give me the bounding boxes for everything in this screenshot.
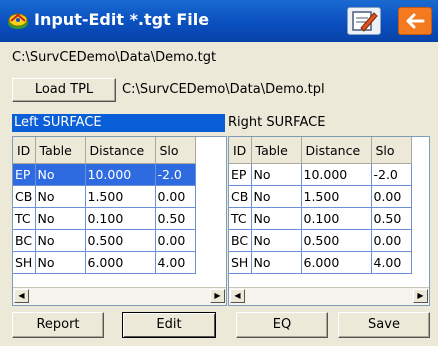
cell-table: No	[251, 163, 302, 186]
cell-table: No	[35, 251, 86, 274]
scroll-right-button[interactable]: ▶	[413, 289, 428, 303]
triangle-left-icon: ◀	[18, 291, 25, 300]
cell-distance: 10.000	[85, 163, 156, 186]
cell-distance: 10.000	[301, 163, 372, 186]
target-file-path: C:\SurvCEDemo\Data\Demo.tgt	[12, 50, 217, 65]
column-header[interactable]: ID	[13, 137, 36, 164]
cell-table: No	[251, 185, 302, 208]
grid-header-row: ID Table Distance Slo	[13, 137, 196, 164]
notepad-pencil-icon	[352, 11, 378, 32]
right-surface-title: Right SURFACE	[228, 115, 326, 130]
horizontal-scrollbar[interactable]: ◀ ▶	[229, 287, 429, 305]
column-header[interactable]: Slo	[155, 137, 196, 164]
right-surface-grid[interactable]: ID Table Distance Slo EP No 10.000 -2.0 …	[228, 136, 430, 306]
cell-slope: 4.00	[155, 251, 196, 274]
column-header[interactable]: ID	[229, 137, 252, 164]
back-arrow-icon	[406, 13, 425, 29]
cell-slope: 4.00	[371, 251, 412, 274]
cell-id: EP	[229, 163, 252, 186]
column-header[interactable]: Table	[35, 137, 86, 164]
cell-id: BC	[229, 229, 252, 252]
table-row[interactable]: TC No 0.100 0.50	[13, 207, 196, 230]
table-row[interactable]: BC No 0.500 0.00	[229, 229, 412, 252]
column-header[interactable]: Distance	[85, 137, 156, 164]
edit-button[interactable]: Edit	[122, 312, 216, 338]
cell-slope: -2.0	[155, 163, 196, 186]
left-surface-title: Left SURFACE	[12, 114, 225, 132]
cell-slope: 0.00	[371, 185, 412, 208]
cell-slope: 0.50	[371, 207, 412, 230]
cell-distance: 1.500	[301, 185, 372, 208]
column-header[interactable]: Slo	[371, 137, 412, 164]
cell-id: SH	[13, 251, 36, 274]
scroll-right-button[interactable]: ▶	[210, 289, 225, 303]
column-header[interactable]: Distance	[301, 137, 372, 164]
cell-table: No	[35, 163, 86, 186]
cell-id: EP	[13, 163, 36, 186]
cell-table: No	[251, 251, 302, 274]
save-button[interactable]: Save	[338, 312, 430, 338]
table-row[interactable]: BC No 0.500 0.00	[13, 229, 196, 252]
cell-table: No	[35, 185, 86, 208]
cell-slope: 0.00	[155, 229, 196, 252]
edit-mode-button[interactable]	[347, 7, 381, 35]
title-bar: Input-Edit *.tgt File	[0, 0, 438, 42]
table-row[interactable]: EP No 10.000 -2.0	[13, 163, 196, 186]
triangle-right-icon: ▶	[214, 291, 221, 300]
cell-distance: 1.500	[85, 185, 156, 208]
cell-slope: 0.00	[155, 185, 196, 208]
table-row[interactable]: SH No 6.000 4.00	[229, 251, 412, 274]
triangle-left-icon: ◀	[234, 291, 241, 300]
eq-button[interactable]: EQ	[236, 312, 328, 338]
table-row[interactable]: TC No 0.100 0.50	[229, 207, 412, 230]
triangle-right-icon: ▶	[417, 291, 424, 300]
table-row[interactable]: CB No 1.500 0.00	[13, 185, 196, 208]
cell-distance: 6.000	[301, 251, 372, 274]
table-row[interactable]: CB No 1.500 0.00	[229, 185, 412, 208]
cell-table: No	[251, 207, 302, 230]
cell-distance: 0.100	[301, 207, 372, 230]
cell-id: TC	[229, 207, 252, 230]
cell-slope: 0.00	[371, 229, 412, 252]
scroll-left-button[interactable]: ◀	[14, 289, 29, 303]
template-file-path: C:\SurvCEDemo\Data\Demo.tpl	[122, 82, 325, 97]
table-row[interactable]: SH No 6.000 4.00	[13, 251, 196, 274]
left-surface-grid[interactable]: ID Table Distance Slo EP No 10.000 -2.0 …	[12, 136, 227, 306]
cell-distance: 0.500	[85, 229, 156, 252]
grid-header-row: ID Table Distance Slo	[229, 137, 412, 164]
cell-id: SH	[229, 251, 252, 274]
cell-slope: -2.0	[371, 163, 412, 186]
cell-table: No	[35, 207, 86, 230]
cell-slope: 0.50	[155, 207, 196, 230]
load-tpl-button[interactable]: Load TPL	[12, 78, 116, 102]
back-button[interactable]	[398, 7, 432, 35]
column-header[interactable]: Table	[251, 137, 302, 164]
report-button[interactable]: Report	[12, 312, 104, 338]
cell-table: No	[35, 229, 86, 252]
survey-app-icon	[8, 13, 28, 29]
cell-distance: 0.100	[85, 207, 156, 230]
horizontal-scrollbar[interactable]: ◀ ▶	[13, 287, 226, 305]
cell-id: CB	[13, 185, 36, 208]
cell-id: BC	[13, 229, 36, 252]
scroll-left-button[interactable]: ◀	[230, 289, 245, 303]
cell-id: CB	[229, 185, 252, 208]
cell-distance: 6.000	[85, 251, 156, 274]
cell-table: No	[251, 229, 302, 252]
cell-id: TC	[13, 207, 36, 230]
window-title: Input-Edit *.tgt File	[34, 10, 210, 29]
cell-distance: 0.500	[301, 229, 372, 252]
table-row[interactable]: EP No 10.000 -2.0	[229, 163, 412, 186]
